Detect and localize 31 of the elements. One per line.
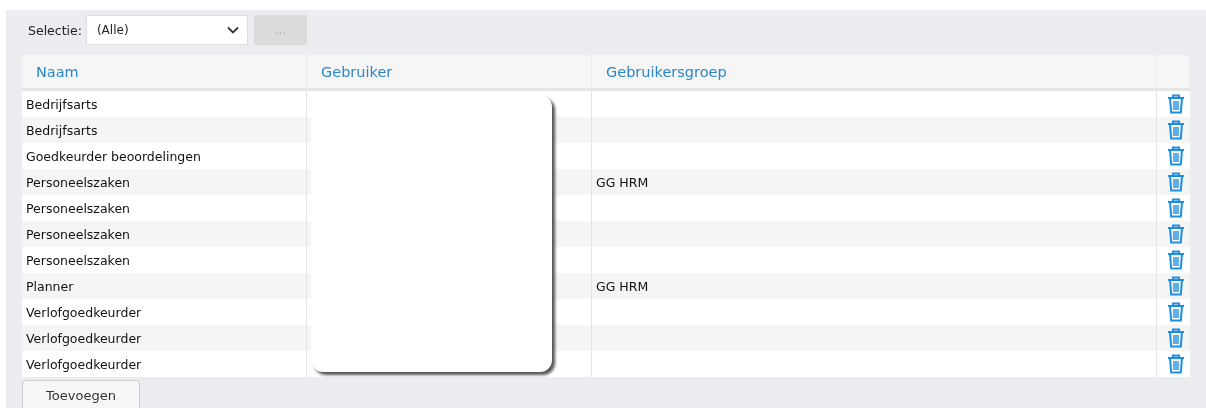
trash-icon[interactable] xyxy=(1166,120,1185,140)
role-name: Personeelszaken xyxy=(26,200,130,216)
role-name: Verlofgoedkeurder xyxy=(26,304,142,320)
user-group: GG HRM xyxy=(596,278,649,294)
role-name: Bedrijfsarts xyxy=(26,96,98,112)
trash-icon[interactable] xyxy=(1166,250,1185,270)
role-name: Personeelszaken xyxy=(26,174,130,190)
trash-icon[interactable] xyxy=(1166,172,1185,192)
role-name: Verlofgoedkeurder xyxy=(26,356,142,372)
trash-icon[interactable] xyxy=(1166,146,1185,166)
column-header[interactable]: Gebruikersgroep xyxy=(592,55,1157,88)
column-header[interactable]: Gebruiker xyxy=(307,55,592,88)
trash-icon[interactable] xyxy=(1166,276,1185,296)
column-header[interactable]: Naam xyxy=(22,55,307,88)
trash-icon[interactable] xyxy=(1166,224,1185,244)
role-name: Bedrijfsarts xyxy=(26,122,98,138)
role-name: Personeelszaken xyxy=(26,226,130,242)
trash-icon[interactable] xyxy=(1166,302,1185,322)
chevron-down-icon xyxy=(226,26,239,34)
trash-icon[interactable] xyxy=(1166,328,1185,348)
user-group: GG HRM xyxy=(596,174,649,190)
role-name: Planner xyxy=(26,278,74,294)
trash-icon[interactable] xyxy=(1166,94,1185,114)
trash-icon[interactable] xyxy=(1166,354,1185,374)
role-name: Goedkeurder beoordelingen xyxy=(26,148,201,164)
selection-label: Selectie: xyxy=(27,22,82,38)
add-button[interactable]: Toevoegen xyxy=(22,380,140,408)
role-name: Verlofgoedkeurder xyxy=(26,330,142,346)
selection-dropdown[interactable]: (Alle) xyxy=(85,15,248,45)
role-name: Personeelszaken xyxy=(26,252,130,268)
trash-icon[interactable] xyxy=(1166,198,1185,218)
